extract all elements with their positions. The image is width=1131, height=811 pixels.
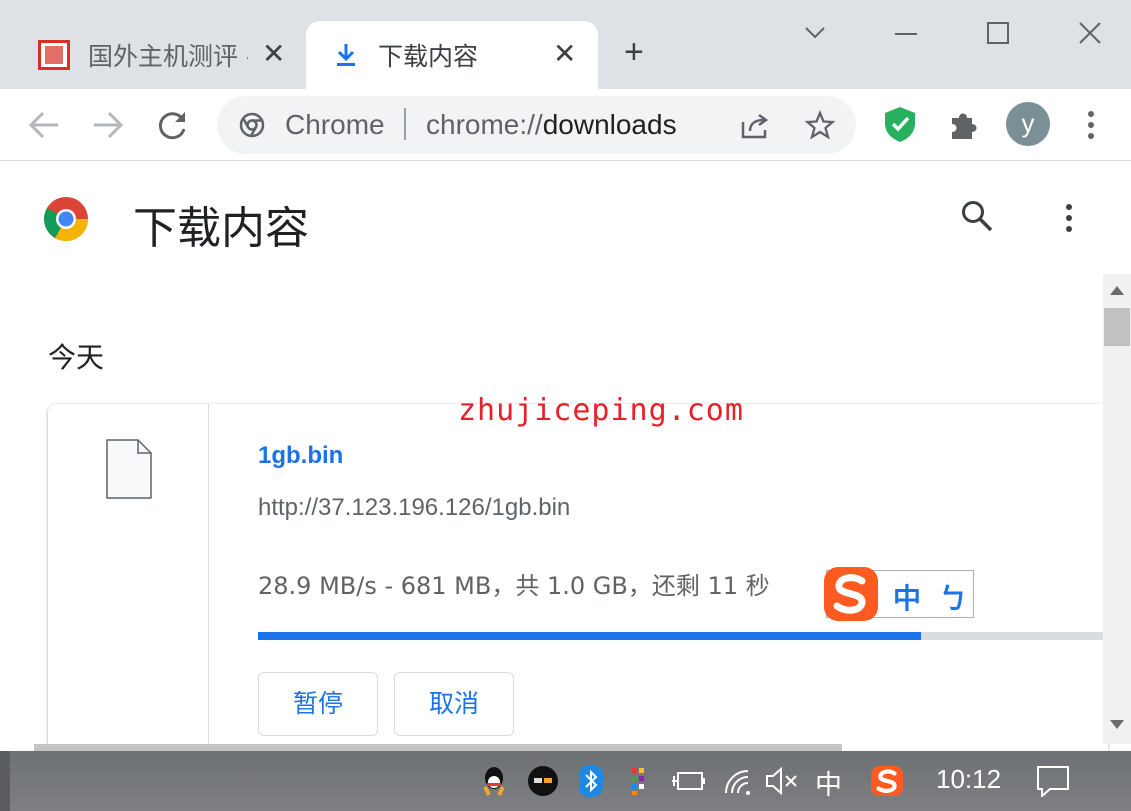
file-name-link[interactable]: 1gb.bin (258, 442, 343, 470)
search-icon[interactable] (960, 199, 994, 233)
download-icon (337, 44, 355, 66)
address-bar[interactable]: Chrome chrome://downloads (217, 96, 856, 154)
url-host: downloads (542, 109, 677, 140)
scroll-up-arrow-icon[interactable] (1110, 286, 1124, 295)
ime-mode-indicator[interactable]: 中 (893, 577, 921, 617)
share-icon[interactable] (740, 112, 772, 140)
volume-mute-icon[interactable] (765, 765, 799, 797)
tab-title: 下载内容 (378, 42, 479, 71)
taskbar-clock[interactable]: 10:12 (936, 764, 1001, 795)
browser-toolbar: Chrome chrome://downloads y (0, 89, 1131, 161)
watermark-text: zhujiceping.com (458, 393, 744, 428)
cancel-button[interactable]: 取消 (394, 672, 514, 736)
date-section-heading: 今天 (48, 341, 105, 374)
site-label: Chrome (285, 109, 385, 140)
file-icon (106, 439, 152, 499)
new-tab-button[interactable]: + (624, 35, 644, 69)
reload-icon[interactable] (157, 109, 189, 141)
shield-icon[interactable] (883, 105, 917, 143)
close-tab-icon[interactable]: ✕ (262, 40, 285, 68)
url-text[interactable]: chrome://downloads (426, 109, 677, 141)
url-scheme: chrome:// (426, 109, 543, 140)
zhujiceping-tray-icon[interactable] (527, 765, 559, 797)
forward-icon[interactable] (92, 110, 124, 140)
ime-floating-bar[interactable]: 中 ㄅ (824, 567, 974, 621)
pause-button[interactable]: 暂停 (258, 672, 378, 736)
scroll-down-arrow-icon[interactable] (1110, 720, 1124, 729)
site-favicon-icon (38, 40, 70, 70)
omnibox-separator (404, 108, 406, 140)
download-progress-fill (258, 632, 921, 640)
close-window-icon[interactable] (1079, 22, 1101, 44)
file-source-url[interactable]: http://37.123.196.126/1gb.bin (258, 494, 570, 522)
sogou-tray-icon[interactable] (869, 765, 905, 797)
power-icon[interactable] (670, 765, 706, 797)
color-app-icon[interactable] (629, 765, 651, 797)
chrome-icon (239, 112, 265, 138)
close-tab-icon[interactable]: ✕ (553, 40, 576, 68)
download-status: 28.9 MB/s - 681 MB，共 1.0 GB，还剩 11 秒 (258, 572, 770, 600)
kebab-menu-icon[interactable] (1086, 109, 1096, 141)
bluetooth-icon[interactable] (578, 765, 604, 797)
sogou-logo-icon (824, 567, 878, 621)
minimize-icon[interactable] (895, 32, 917, 36)
tab-search-chevron-icon[interactable] (804, 26, 826, 40)
tab-strip: 国外主机测评 - ✕ 下载内容 ✕ + (0, 0, 1131, 89)
download-progress-bar (258, 632, 1108, 640)
qq-icon[interactable] (479, 765, 509, 797)
back-icon[interactable] (28, 110, 60, 140)
tab-zhujiceping[interactable]: 国外主机测评 - ✕ (22, 21, 304, 89)
tab-title: 国外主机测评 - (88, 42, 248, 71)
vertical-scrollbar[interactable] (1103, 274, 1131, 744)
ime-punctuation-indicator[interactable]: ㄅ (939, 577, 967, 617)
page-title: 下载内容 (133, 203, 309, 254)
chrome-logo-icon (44, 197, 88, 241)
notification-icon[interactable] (1036, 765, 1070, 797)
scrollbar-thumb[interactable] (1104, 308, 1130, 346)
profile-avatar[interactable]: y (1006, 102, 1050, 146)
ime-tray-indicator[interactable]: 中 (815, 763, 842, 802)
windows-taskbar: 中 10:12 (0, 751, 1131, 811)
wifi-icon[interactable] (722, 765, 752, 797)
star-icon[interactable] (805, 110, 835, 140)
tab-downloads[interactable]: 下载内容 ✕ (306, 21, 598, 89)
kebab-menu-icon[interactable] (1064, 203, 1074, 235)
maximize-icon[interactable] (987, 22, 1009, 44)
puzzle-icon[interactable] (948, 108, 982, 142)
